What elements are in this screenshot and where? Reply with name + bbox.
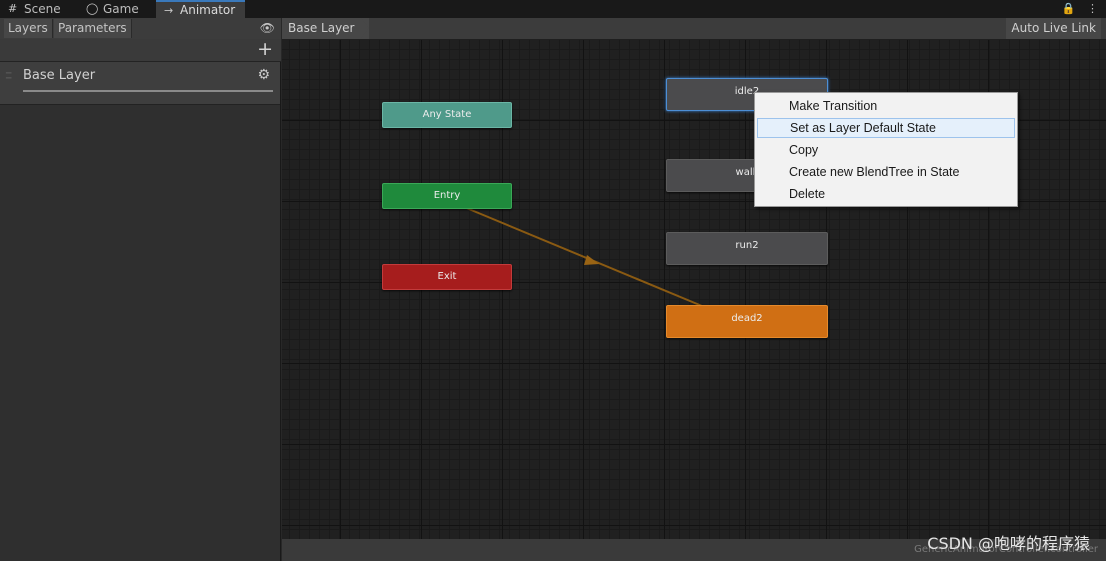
layer-weight-bar [23,90,273,92]
node-entry[interactable]: Entry [382,183,512,209]
tab-parameters[interactable]: Parameters [54,19,132,38]
add-layer-button[interactable]: + [257,39,273,60]
layers-panel: Layers Parameters 👁 + ─ ─ Base Layer ⚙ [0,18,281,561]
node-run2[interactable]: run2 [666,232,828,265]
transition-arrow-icon [584,255,599,265]
layer-item-base[interactable]: ─ ─ Base Layer ⚙ [0,62,280,105]
window-tab-strip: # Scene ◯ Game → Animator 🔒 ⋮ [0,0,1106,18]
tab-animator-label: Animator [180,3,236,17]
breadcrumb[interactable]: Base Layer [282,18,369,39]
grid-icon: # [8,2,18,15]
tab-game-label: Game [103,2,139,16]
drag-handle-icon[interactable]: ─ ─ [6,70,11,84]
breadcrumb-arrow [361,18,369,38]
node-any-state[interactable]: Any State [382,102,512,128]
menu-item-delete[interactable]: Delete [757,184,1015,204]
tab-layers[interactable]: Layers [4,19,53,38]
layer-name: Base Layer [23,68,96,83]
watermark: CSDN @咆哮的程序猿 [927,534,1090,553]
menu-item-make-transition[interactable]: Make Transition [757,96,1015,116]
eye-icon[interactable]: 👁 [260,21,275,35]
node-dead2[interactable]: dead2 [666,305,828,338]
layers-toolbar: + [0,39,281,62]
auto-live-link-button[interactable]: Auto Live Link [1006,18,1101,39]
menu-item-set-default-state[interactable]: Set as Layer Default State [757,118,1015,138]
gear-icon[interactable]: ⚙ [257,67,270,83]
panel-tabs: Layers Parameters 👁 [0,18,281,40]
menu-item-create-blendtree[interactable]: Create new BlendTree in State [757,162,1015,182]
tab-game[interactable]: ◯ Game [78,0,156,18]
context-menu: Make Transition Set as Layer Default Sta… [754,92,1018,207]
tab-scene-label: Scene [24,2,61,16]
node-exit[interactable]: Exit [382,264,512,290]
menu-item-copy[interactable]: Copy [757,140,1015,160]
gamepad-icon: ◯ [86,2,99,15]
graph-toolbar: Base Layer Auto Live Link [282,18,1106,40]
more-options-icon[interactable]: ⋮ [1087,2,1098,15]
tab-scene[interactable]: # Scene [0,0,78,18]
lock-icon[interactable]: 🔒 [1062,2,1076,15]
tab-animator[interactable]: → Animator [156,0,245,18]
window-tools: 🔒 ⋮ [1054,0,1098,18]
